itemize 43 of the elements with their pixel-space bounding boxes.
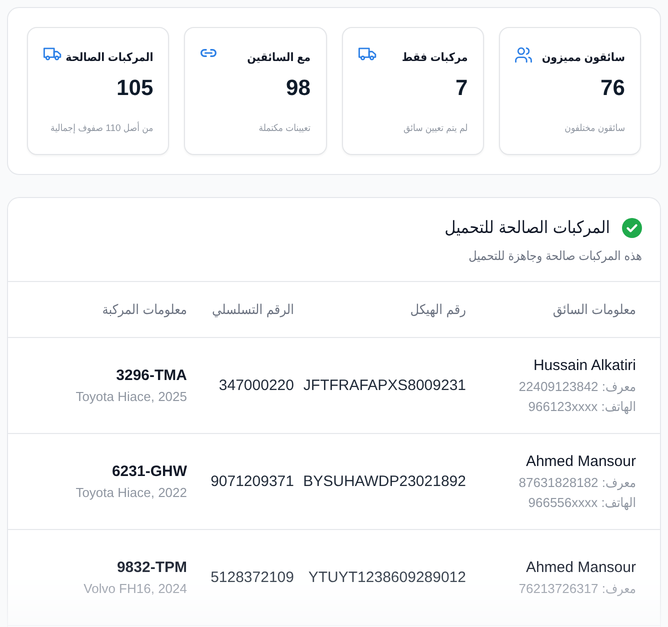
truck-icon [42,47,62,61]
card-title: مع السائقين [247,51,310,66]
driver-id: معرف: 87631828182 [518,474,636,492]
stat-value: 76 [600,75,625,101]
stat-value: 105 [116,75,154,101]
card-title: مركبات فقط [402,51,468,66]
section-title: المركبات الصالحة للتحميل [444,217,610,240]
card-caption: سائقون مختلفون [564,122,625,136]
vehicle-model: Volvo FH16, 2024 [84,580,187,598]
driver-name: Ahmed Mansour [526,452,636,472]
driver-phone: الهاتف: 966123xxxx [528,398,636,416]
driver-name: Ahmed Mansour [526,558,636,578]
serial-number: 9071209371 [210,472,294,492]
plate-number: 3296-TMA [116,366,187,386]
chassis-number: YTUYT1238609289012 [308,568,466,588]
column-header: معلومات السائق [552,302,636,316]
card-title: سائقون مميزون [542,51,625,66]
chassis-number: JFTFRAFAPXS8009231 [303,376,466,396]
serial-number: 5128372109 [210,568,294,588]
plate-number: 9832-TPM [116,558,187,578]
column-header: الرقم التسلسلي [212,302,294,316]
column-header: رقم الهيكل [410,302,466,316]
card-caption: لم يتم تعيين سائق [403,122,468,136]
driver-name: Hussain Alkatiri [533,356,636,376]
vehicle-model: Toyota Hiace, 2022 [76,484,187,502]
serial-number: 347000220 [218,376,294,396]
card-caption: من أصل 110 صفوف إجمالية [50,121,154,136]
users-icon [514,47,532,63]
link-icon [200,49,218,57]
card-caption: تعيينات مكتملة [258,122,310,136]
truck-icon [358,47,376,61]
vehicle-model: Toyota Hiace, 2025 [76,388,187,406]
card-title: المركبات الصالحة [66,51,154,66]
check-circle-icon [622,218,642,238]
driver-phone: الهاتف: 966556xxxx [528,494,636,512]
chassis-number: BYSUHAWDP23021892 [303,472,466,492]
section-subtitle: هذه المركبات صالحة وجاهزة للتحميل [468,248,642,265]
column-header: معلومات المركبة [102,302,187,316]
driver-id: معرف: 22409123842 [518,378,636,396]
stat-value: 7 [456,75,468,101]
stat-value: 98 [286,75,310,101]
driver-id: معرف: 76213726317 [518,580,636,598]
plate-number: 6231-GHW [112,462,187,482]
